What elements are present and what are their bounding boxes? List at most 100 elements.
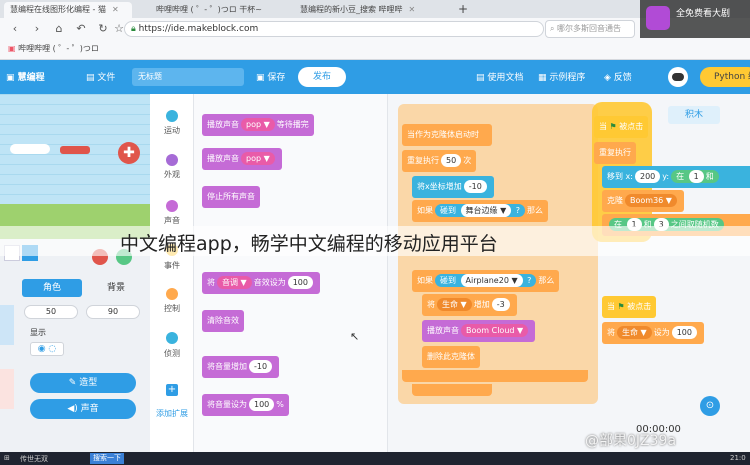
- back-icon[interactable]: ‹: [8, 22, 22, 36]
- sprite-thumb[interactable]: [0, 305, 14, 345]
- home-icon[interactable]: ⌂: [52, 22, 66, 36]
- sound-dropdown[interactable]: pop ▼: [241, 152, 275, 165]
- save-button[interactable]: ▣ 保存: [256, 70, 285, 83]
- palette-block-play-sound[interactable]: 播放声音 pop ▼: [202, 148, 282, 170]
- examples-button[interactable]: ▦ 示例程序: [538, 70, 585, 83]
- taskbar-item[interactable]: 传世无双: [20, 454, 48, 464]
- category-events[interactable]: 事件: [150, 260, 194, 271]
- costume-button[interactable]: ✎ 造型: [30, 373, 136, 393]
- repeat-block[interactable]: 重复执行 50 次: [402, 150, 477, 172]
- tab-sprites[interactable]: 角色: [22, 279, 82, 297]
- sprite-thumb[interactable]: [0, 369, 14, 409]
- category-looks[interactable]: 外观: [150, 169, 194, 180]
- publish-button[interactable]: 发布: [298, 67, 346, 87]
- tab-blocks[interactable]: 积木: [668, 106, 720, 124]
- url-input[interactable]: 🔒︎ https://ide.makeblock.com: [124, 21, 544, 37]
- file-menu[interactable]: ▤ 文件: [86, 70, 115, 83]
- palette-block-play-until-done[interactable]: 播放声音 pop ▼ 等待播完: [202, 114, 314, 136]
- play-sound-block[interactable]: 播放声音 Boom Cloud ▼: [422, 320, 536, 342]
- category-control-icon[interactable]: [166, 288, 178, 300]
- forever-block[interactable]: 重复执行: [594, 142, 636, 164]
- clone-dropdown[interactable]: Boom36 ▼: [625, 194, 677, 207]
- palette-block-change-volume[interactable]: 将音量增加 -10: [202, 356, 280, 378]
- x-input[interactable]: 200: [634, 170, 661, 183]
- category-sensing-icon[interactable]: [166, 332, 178, 344]
- category-sensing[interactable]: 侦测: [150, 348, 194, 359]
- random-operator[interactable]: 在 1和: [671, 170, 719, 183]
- close-icon[interactable]: ✕: [112, 5, 119, 14]
- file-menu-label: 文件: [97, 73, 116, 83]
- browser-tab-3[interactable]: 慧编程的新小豆_搜索 哔哩哔 ✕: [294, 2, 444, 18]
- repeat-count-input[interactable]: 50: [441, 154, 462, 167]
- random-min-input[interactable]: 1: [688, 170, 704, 183]
- change-x-input[interactable]: -10: [463, 180, 487, 193]
- delete-clone-block[interactable]: 删除此克隆体: [422, 346, 480, 368]
- y-field[interactable]: 90: [86, 305, 140, 319]
- browser-search-input[interactable]: ⌕ 哪尔多斯回音通告: [545, 20, 635, 38]
- variable-value-input[interactable]: 100: [671, 326, 697, 339]
- add-extension-icon[interactable]: +: [166, 384, 178, 396]
- variable-change-input[interactable]: -3: [491, 298, 510, 311]
- x-field[interactable]: 50: [24, 305, 78, 319]
- code-workspace[interactable]: 当作为克隆体启动时 重复执行 50 次 将x坐标增加 -10 如果 碰到 舞台边缘 ▼ …: [388, 94, 750, 465]
- block-palette: 播放声音 pop ▼ 等待播完 播放声音 pop ▼ 停止所有声音 将音调 ▼ 音效设为…: [194, 94, 388, 465]
- variable-dropdown[interactable]: 生命 ▼: [437, 298, 472, 311]
- close-icon[interactable]: ✕: [409, 5, 416, 14]
- palette-block-set-effect[interactable]: 将音调 ▼ 音效设为 100: [202, 272, 320, 294]
- browser-tab-2[interactable]: 哔哩哔哩 ( ゜- ゜)つロ 干杯~: [150, 2, 290, 18]
- stage[interactable]: ✚: [0, 94, 150, 239]
- touching-dropdown[interactable]: 舞台边缘 ▼: [460, 204, 512, 217]
- windows-start-icon[interactable]: ⊞: [4, 454, 10, 462]
- category-sound[interactable]: 声音: [150, 215, 194, 226]
- docs-button[interactable]: ▤ 使用文档: [476, 70, 523, 83]
- search-placeholder: 哪尔多斯回音通告: [557, 24, 622, 33]
- touching-dropdown[interactable]: Airplane20 ▼: [460, 274, 523, 287]
- python-button[interactable]: Python 编: [700, 67, 750, 87]
- category-looks-icon[interactable]: [166, 154, 178, 166]
- touching-edge-block[interactable]: 碰到 舞台边缘 ▼ ?: [435, 204, 526, 217]
- category-motion-icon[interactable]: [166, 110, 178, 122]
- variable-dropdown[interactable]: 生命 ▼: [617, 326, 652, 339]
- forward-icon[interactable]: ›: [30, 22, 44, 36]
- goto-xy-block[interactable]: 移到 x: 200 y: 在 1和: [602, 166, 750, 188]
- browser-tab-bar: 慧编程在线图形化编程 - 猫 ✕ 哔哩哔哩 ( ゜- ゜)つロ 干杯~ 慧编程的新…: [0, 0, 750, 18]
- back-history-icon[interactable]: ↶: [74, 22, 88, 36]
- block-text: 碰到: [440, 206, 456, 215]
- when-flag-clicked-hat[interactable]: 当 ⚑ 被点击: [602, 296, 657, 318]
- sound-dropdown[interactable]: pop ▼: [241, 118, 275, 131]
- effect-value-input[interactable]: 100: [287, 276, 313, 289]
- volume-change-input[interactable]: -10: [249, 360, 273, 373]
- avatar[interactable]: [668, 67, 688, 87]
- volume-set-input[interactable]: 100: [249, 398, 275, 411]
- clone-start-hat-block[interactable]: 当作为克隆体启动时: [402, 124, 492, 146]
- taskbar-search-button[interactable]: 搜索一下: [90, 453, 124, 464]
- palette-block-set-volume[interactable]: 将音量设为 100%: [202, 394, 289, 416]
- sound-dropdown[interactable]: Boom Cloud ▼: [461, 324, 529, 337]
- tab-backdrops[interactable]: 背景: [86, 279, 146, 297]
- eye-toggle[interactable]: ◉ ◌: [30, 342, 64, 356]
- palette-block-stop-all-sounds[interactable]: 停止所有声音: [202, 186, 260, 208]
- project-title-input[interactable]: 无标题: [132, 68, 244, 86]
- zoom-reset-icon[interactable]: ⊙: [700, 396, 720, 416]
- sound-button[interactable]: ◀) 声音: [30, 399, 136, 419]
- feedback-button[interactable]: ◈ 反馈: [604, 70, 632, 83]
- palette-block-clear-effects[interactable]: 清除音效: [202, 310, 244, 332]
- add-extension-button[interactable]: 添加扩展: [150, 408, 194, 419]
- when-flag-clicked-hat[interactable]: 当 ⚑ 被点击: [594, 116, 649, 138]
- set-variable-block[interactable]: 将生命 ▼ 设为 100: [602, 322, 704, 344]
- new-tab-button[interactable]: +: [452, 2, 472, 18]
- category-control[interactable]: 控制: [150, 303, 194, 314]
- costume-icon: ✎: [68, 378, 77, 388]
- touching-airplane-block[interactable]: 碰到 Airplane20 ▼ ?: [435, 274, 537, 287]
- effect-dropdown[interactable]: 音调 ▼: [217, 276, 252, 289]
- if-airplane-block[interactable]: 如果 碰到 Airplane20 ▼ ? 那么: [412, 270, 560, 292]
- bookmark-item[interactable]: ▣ 哔哩哔哩 ( ゜- ゜)つロ: [8, 43, 99, 54]
- change-variable-block[interactable]: 将生命 ▼ 增加 -3: [422, 294, 517, 316]
- change-x-block[interactable]: 将x坐标增加 -10: [412, 176, 494, 198]
- category-motion[interactable]: 运动: [150, 125, 194, 136]
- browser-tab-1[interactable]: 慧编程在线图形化编程 - 猫 ✕: [4, 2, 132, 18]
- category-sound-icon[interactable]: [166, 200, 178, 212]
- create-clone-block[interactable]: 克隆 Boom36 ▼: [602, 190, 684, 212]
- reload-icon[interactable]: ↻: [96, 22, 110, 36]
- if-edge-block[interactable]: 如果 碰到 舞台边缘 ▼ ? 那么: [412, 200, 549, 222]
